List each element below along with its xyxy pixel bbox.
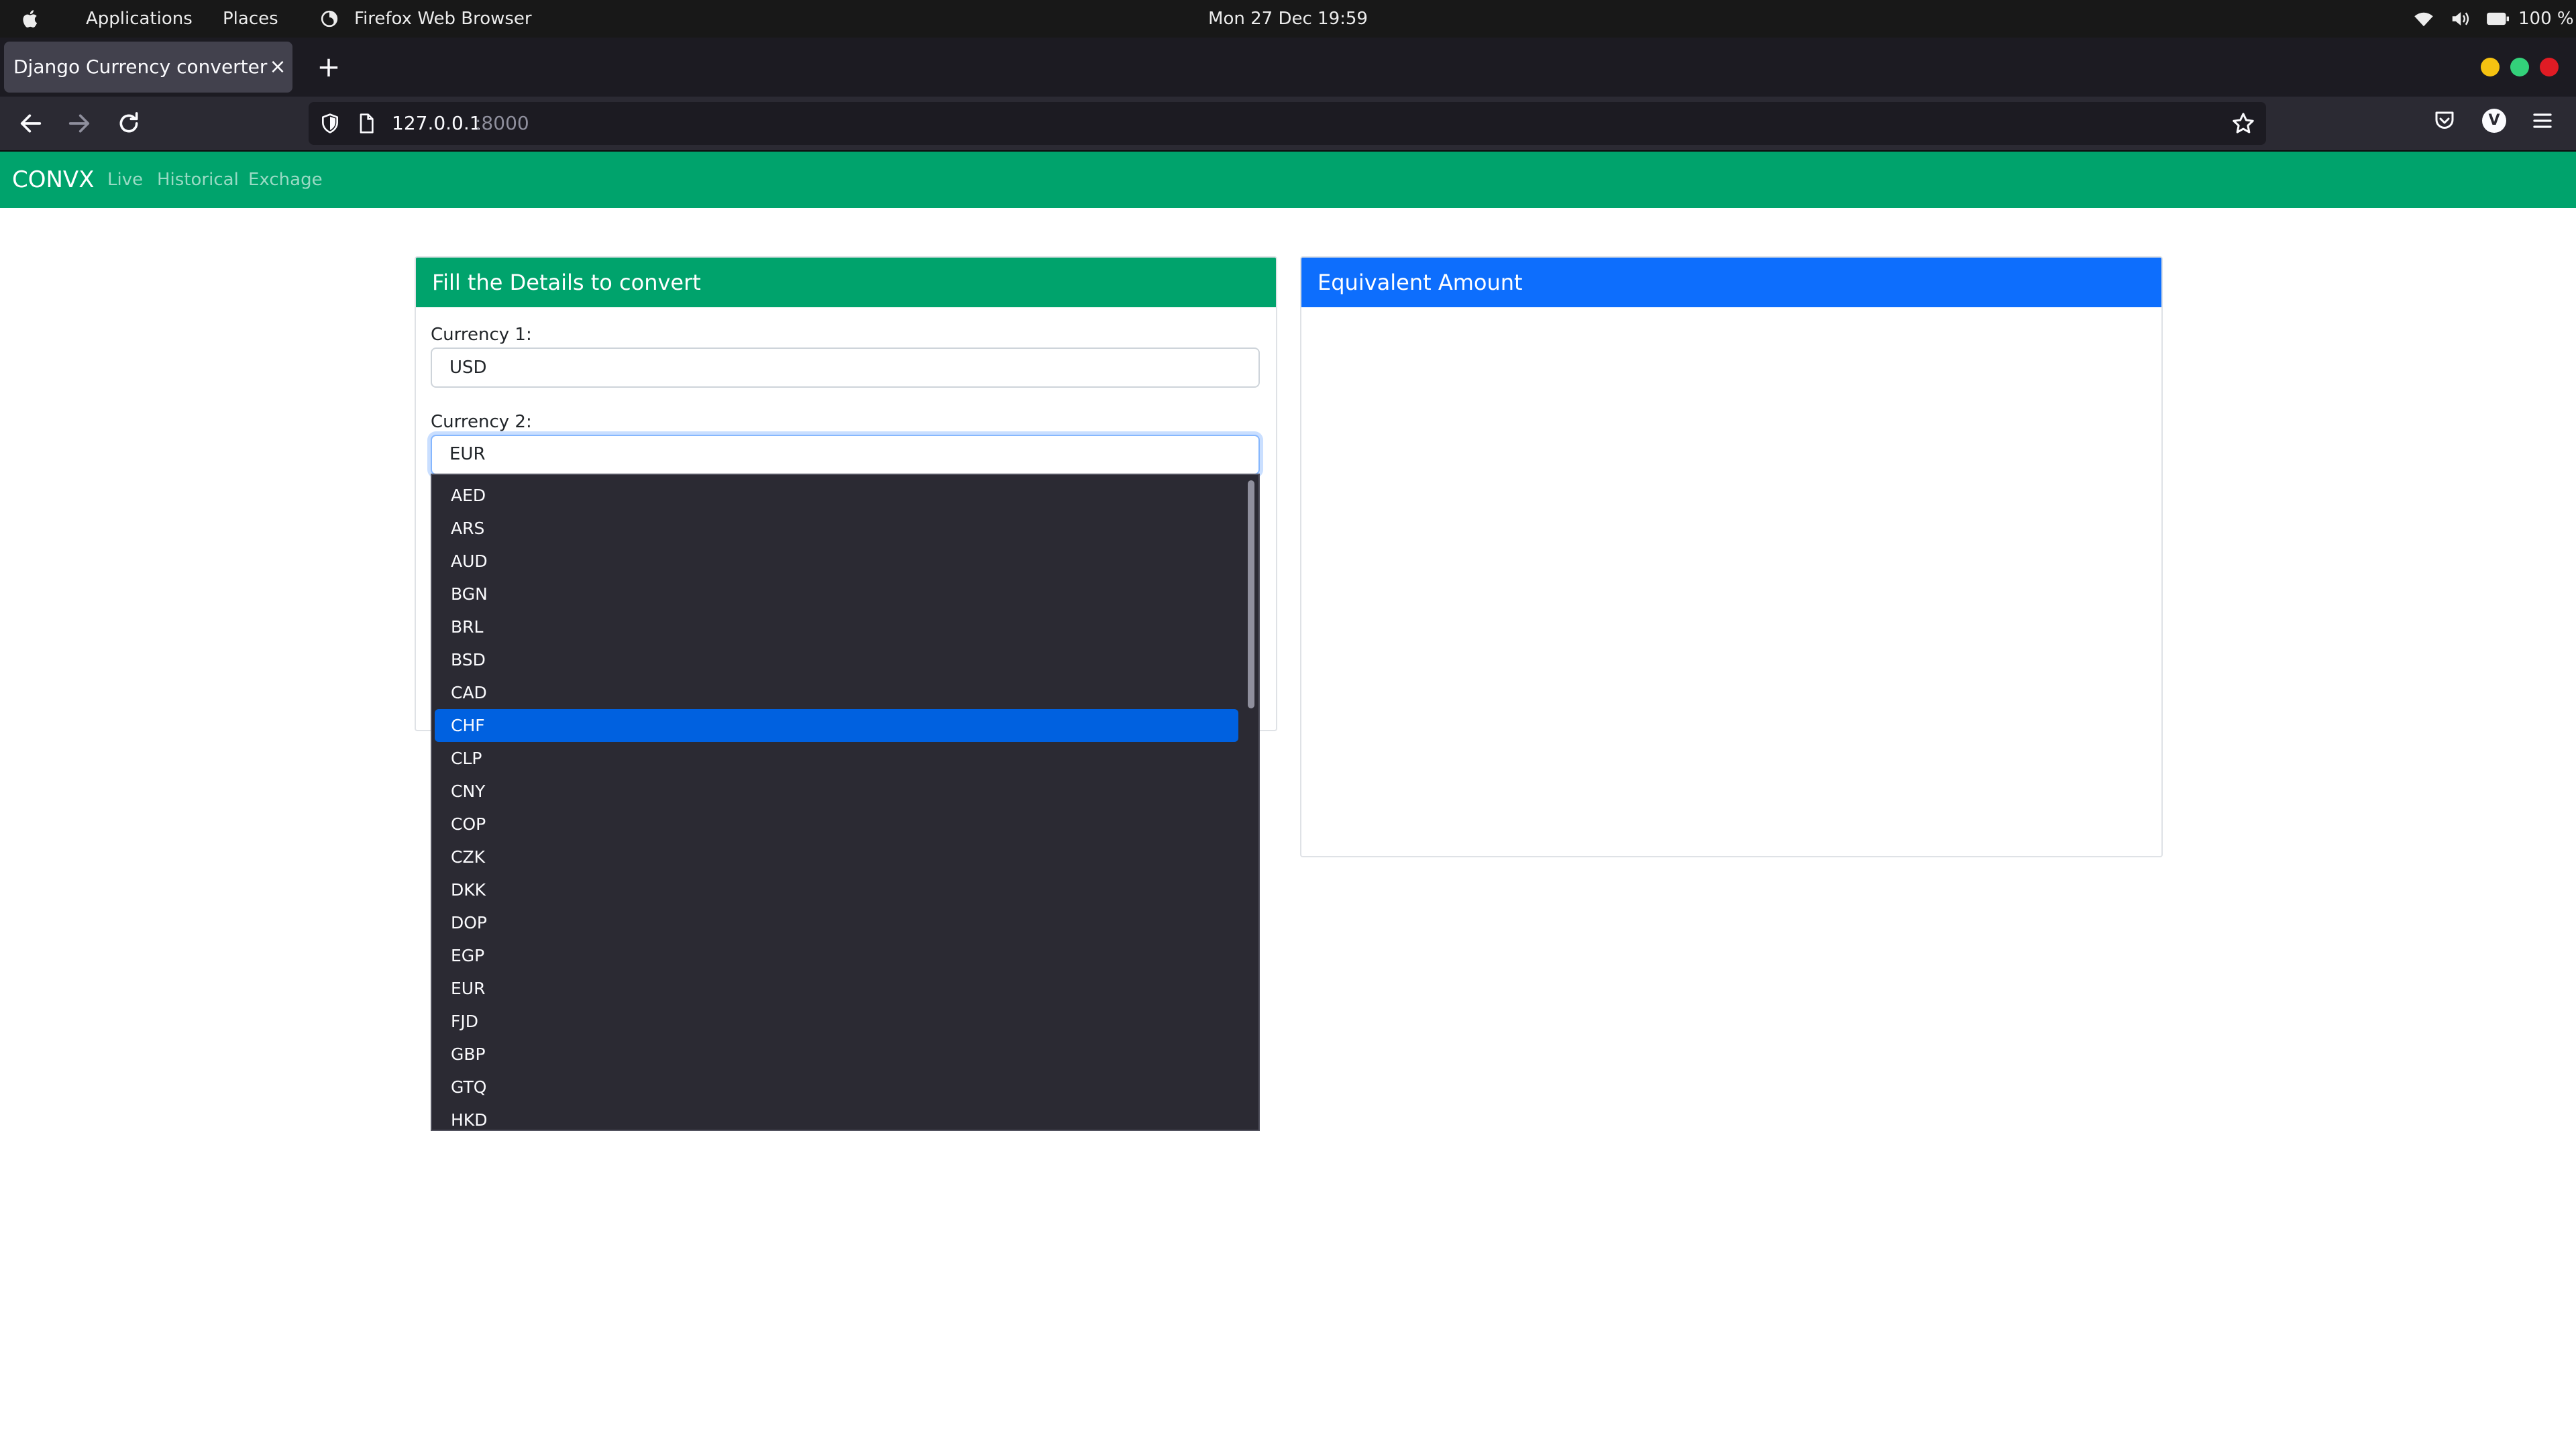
menu-icon[interactable] [2530,109,2555,133]
url-bar[interactable]: 127.0.0.1 :8000 [309,102,2266,145]
battery-percent[interactable]: 100 % [2518,0,2574,38]
new-tab-button[interactable]: + [315,53,342,81]
dropdown-option-czk[interactable]: CZK [435,841,1238,873]
dropdown-option-gtq[interactable]: GTQ [435,1071,1238,1104]
pocket-icon[interactable] [2432,109,2457,133]
dropdown-option-gbp[interactable]: GBP [435,1038,1238,1071]
os-top-bar: Applications Places Firefox Web Browser … [0,0,2576,38]
dropdown-option-bgn[interactable]: BGN [435,578,1238,610]
dropdown-option-chf[interactable]: CHF [435,709,1238,742]
star-icon[interactable] [2231,111,2255,136]
browser-tab-strip: Django Currency converter × + [0,38,2576,97]
clock[interactable]: Mon 27 Dec 19:59 [0,0,2576,38]
volume-icon[interactable] [2450,9,2470,28]
tab-title: Django Currency converter [13,56,268,78]
nav-link-historical[interactable]: Historical [157,152,239,208]
dropdown-options: AED ARS AUD BGN BRL BSD CAD CHF CLP CNY COP CZK DKK D… [432,475,1241,1130]
page-icon[interactable] [356,113,377,134]
dropdown-option-dkk[interactable]: DKK [435,873,1238,906]
account-avatar[interactable]: V [2482,109,2506,133]
dropdown-option-cny[interactable]: CNY [435,775,1238,808]
forward-icon[interactable] [66,110,93,137]
currency2-input[interactable]: EUR [431,435,1260,475]
dropdown-option-egp[interactable]: EGP [435,939,1238,972]
tab-close-icon[interactable]: × [267,56,288,78]
currency2-label: Currency 2: [431,412,532,432]
dropdown-option-cop[interactable]: COP [435,808,1238,841]
dropdown-option-fjd[interactable]: FJD [435,1005,1238,1038]
window-minimize-button[interactable] [2481,58,2500,76]
dropdown-option-aed[interactable]: AED [435,479,1238,512]
equivalent-amount-title: Equivalent Amount [1301,258,2161,307]
dropdown-option-cad[interactable]: CAD [435,676,1238,709]
dropdown-option-bsd[interactable]: BSD [435,643,1238,676]
dropdown-scrollbar-thumb[interactable] [1248,480,1254,708]
dropdown-option-brl[interactable]: BRL [435,610,1238,643]
site-navbar: CONVX Live Historical Exchage [0,152,2576,208]
currency1-label: Currency 1: [431,325,532,345]
browser-toolbar: 127.0.0.1 :8000 V [0,97,2576,152]
currency-dropdown-list[interactable]: AED ARS AUD BGN BRL BSD CAD CHF CLP CNY COP CZK DKK D… [431,474,1260,1131]
dropdown-option-eur[interactable]: EUR [435,972,1238,1005]
url-host[interactable]: 127.0.0.1 [392,102,482,145]
nav-link-live[interactable]: Live [107,152,143,208]
tab-django-currency-converter[interactable]: Django Currency converter × [4,42,292,93]
brand-logo[interactable]: CONVX [12,152,95,208]
equivalent-amount-card: Equivalent Amount [1300,256,2163,857]
dropdown-option-dop[interactable]: DOP [435,906,1238,939]
battery-icon[interactable] [2486,11,2509,26]
window-maximize-button[interactable] [2510,58,2529,76]
shield-icon[interactable] [319,113,341,134]
dropdown-option-ars[interactable]: ARS [435,512,1238,545]
dropdown-option-hkd[interactable]: HKD [435,1104,1238,1130]
dropdown-option-aud[interactable]: AUD [435,545,1238,578]
window-close-button[interactable] [2540,58,2559,76]
reload-icon[interactable] [115,110,142,137]
nav-link-exchange[interactable]: Exchage [248,152,323,208]
wifi-icon[interactable] [2414,9,2434,28]
dropdown-option-clp[interactable]: CLP [435,742,1238,775]
currency1-input[interactable]: USD [431,347,1260,388]
url-port[interactable]: :8000 [475,102,529,145]
convert-form-title: Fill the Details to convert [416,258,1276,307]
back-icon[interactable] [17,110,44,137]
